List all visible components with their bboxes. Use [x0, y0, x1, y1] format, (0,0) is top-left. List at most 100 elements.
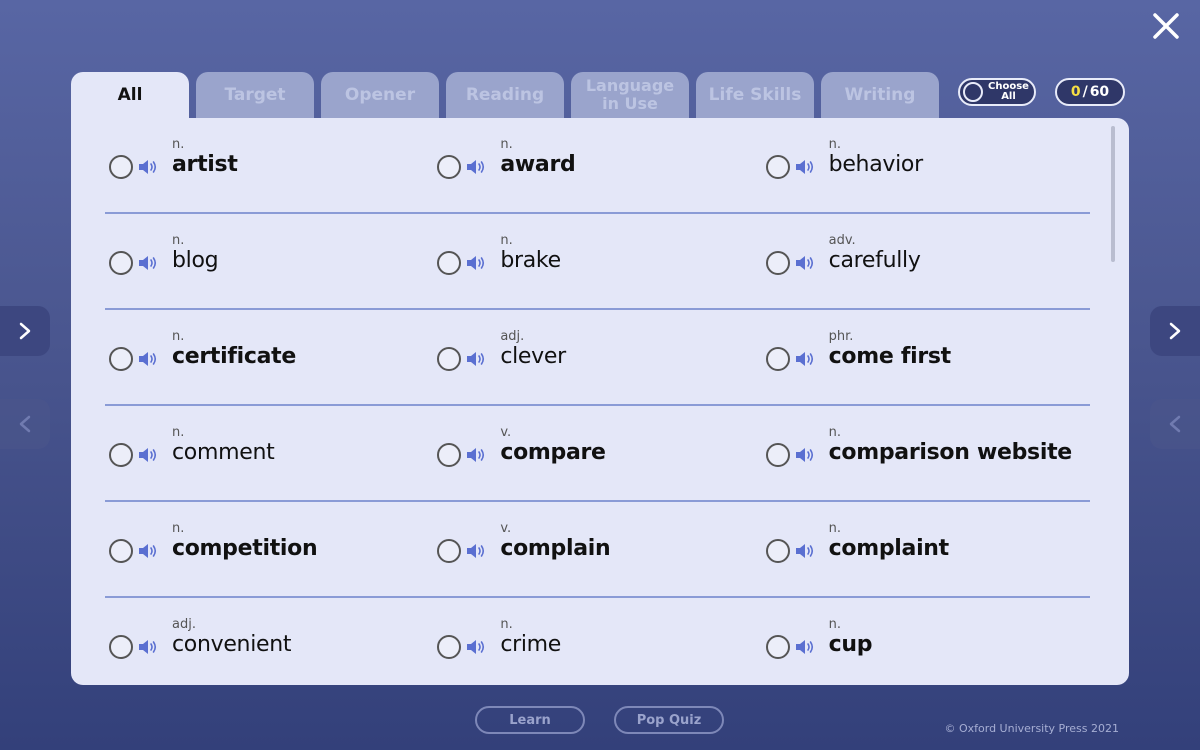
word-row: adj. convenient n. crime n. cup: [105, 598, 1090, 685]
chevron-left-icon: [19, 415, 31, 433]
select-radio-icon[interactable]: [437, 539, 462, 563]
learn-button[interactable]: Learn: [475, 706, 585, 734]
speaker-icon[interactable]: [794, 446, 816, 464]
word-item: adv. carefully: [762, 214, 1090, 308]
tab-opener[interactable]: Opener: [321, 72, 439, 118]
word-row: n. artist n. award n. behavior: [105, 118, 1090, 214]
select-radio-icon[interactable]: [437, 347, 462, 371]
select-radio-icon[interactable]: [109, 251, 133, 275]
select-radio-icon[interactable]: [765, 539, 790, 563]
select-radio-icon[interactable]: [765, 635, 790, 659]
word-item: n. complaint: [762, 502, 1090, 596]
vocab-word: compare: [500, 440, 606, 465]
speaker-icon[interactable]: [465, 542, 487, 560]
vocab-word: cup: [828, 632, 873, 657]
part-of-speech: n.: [172, 137, 185, 152]
tab-writing[interactable]: Writing: [821, 72, 939, 118]
vocab-word: certificate: [172, 344, 297, 369]
part-of-speech: v.: [500, 521, 512, 536]
speaker-icon[interactable]: [137, 638, 159, 656]
select-radio-icon[interactable]: [437, 635, 462, 659]
speaker-icon[interactable]: [137, 446, 159, 464]
selection-counter: 0 / 60: [1055, 78, 1125, 106]
vocab-word: come first: [828, 344, 952, 369]
part-of-speech: n.: [172, 233, 185, 248]
right-prev-button[interactable]: [1150, 399, 1200, 449]
word-item: n. cup: [762, 598, 1090, 685]
select-radio-icon[interactable]: [765, 251, 790, 275]
left-next-button[interactable]: [0, 306, 50, 356]
left-prev-button[interactable]: [0, 399, 50, 449]
word-row: n. certificate adj. clever phr. come first: [105, 310, 1090, 406]
vocab-word: carefully: [828, 248, 921, 273]
tab-target[interactable]: Target: [196, 72, 314, 118]
select-radio-icon[interactable]: [109, 539, 133, 563]
tab-language-in-use[interactable]: Language in Use: [571, 72, 689, 118]
select-radio-icon[interactable]: [765, 155, 790, 179]
selected-count: 0: [1070, 84, 1081, 100]
vocab-word: convenient: [172, 632, 292, 657]
select-radio-icon[interactable]: [437, 443, 462, 467]
tab-all[interactable]: All: [71, 72, 189, 118]
speaker-icon[interactable]: [794, 542, 816, 560]
speaker-icon[interactable]: [465, 350, 487, 368]
scrollbar[interactable]: [1111, 126, 1115, 666]
category-tabs: All Target Opener Reading Language in Us…: [71, 72, 939, 118]
speaker-icon[interactable]: [137, 542, 159, 560]
word-item: n. comment: [105, 406, 433, 500]
select-radio-icon[interactable]: [765, 443, 790, 467]
word-list-panel: n. artist n. award n. behavior n. blog n. brake ad…: [71, 118, 1129, 685]
part-of-speech: n.: [828, 617, 842, 632]
word-item: v. complain: [433, 502, 761, 596]
part-of-speech: n.: [172, 425, 185, 440]
speaker-icon[interactable]: [137, 158, 159, 176]
speaker-icon[interactable]: [794, 158, 816, 176]
tab-life-skills[interactable]: Life Skills: [696, 72, 814, 118]
close-icon: [1153, 13, 1179, 39]
select-radio-icon[interactable]: [437, 155, 462, 179]
speaker-icon[interactable]: [465, 158, 487, 176]
vocab-word: brake: [500, 248, 561, 273]
speaker-icon[interactable]: [794, 638, 816, 656]
part-of-speech: n.: [828, 521, 842, 536]
word-item: n. crime: [433, 598, 761, 685]
select-radio-icon[interactable]: [109, 443, 133, 467]
close-button[interactable]: [1150, 10, 1182, 42]
choose-all-toggle[interactable]: Choose All: [958, 78, 1036, 106]
word-row: n. competition v. complain n. complaint: [105, 502, 1090, 598]
tab-reading[interactable]: Reading: [446, 72, 564, 118]
word-item: n. award: [433, 118, 761, 212]
total-count: 60: [1089, 84, 1110, 100]
select-radio-icon[interactable]: [109, 635, 133, 659]
word-item: n. brake: [433, 214, 761, 308]
part-of-speech: adv.: [828, 233, 856, 248]
select-radio-icon[interactable]: [765, 347, 790, 371]
pop-quiz-button[interactable]: Pop Quiz: [614, 706, 724, 734]
speaker-icon[interactable]: [465, 446, 487, 464]
choose-all-label-line2: All: [1001, 91, 1016, 102]
word-item: n. competition: [105, 502, 433, 596]
right-next-button[interactable]: [1150, 306, 1200, 356]
select-radio-icon[interactable]: [437, 251, 462, 275]
speaker-icon[interactable]: [465, 638, 487, 656]
speaker-icon[interactable]: [137, 254, 159, 272]
speaker-icon[interactable]: [465, 254, 487, 272]
select-radio-icon[interactable]: [109, 347, 133, 371]
word-item: v. compare: [433, 406, 761, 500]
word-item: phr. come first: [762, 310, 1090, 404]
word-list: n. artist n. award n. behavior n. blog n. brake ad…: [105, 118, 1090, 685]
word-item: n. comparison website: [762, 406, 1090, 500]
word-item: adj. clever: [433, 310, 761, 404]
select-radio-icon[interactable]: [109, 155, 133, 179]
chevron-right-icon: [1169, 322, 1181, 340]
part-of-speech: n.: [500, 617, 513, 632]
part-of-speech: adj.: [500, 329, 525, 344]
vocab-word: comment: [172, 440, 275, 465]
vocab-word: complain: [500, 536, 611, 561]
vocab-word: comparison website: [828, 440, 1073, 465]
speaker-icon[interactable]: [794, 350, 816, 368]
scrollbar-thumb[interactable]: [1111, 126, 1115, 262]
speaker-icon[interactable]: [794, 254, 816, 272]
part-of-speech: n.: [172, 329, 185, 344]
speaker-icon[interactable]: [137, 350, 159, 368]
